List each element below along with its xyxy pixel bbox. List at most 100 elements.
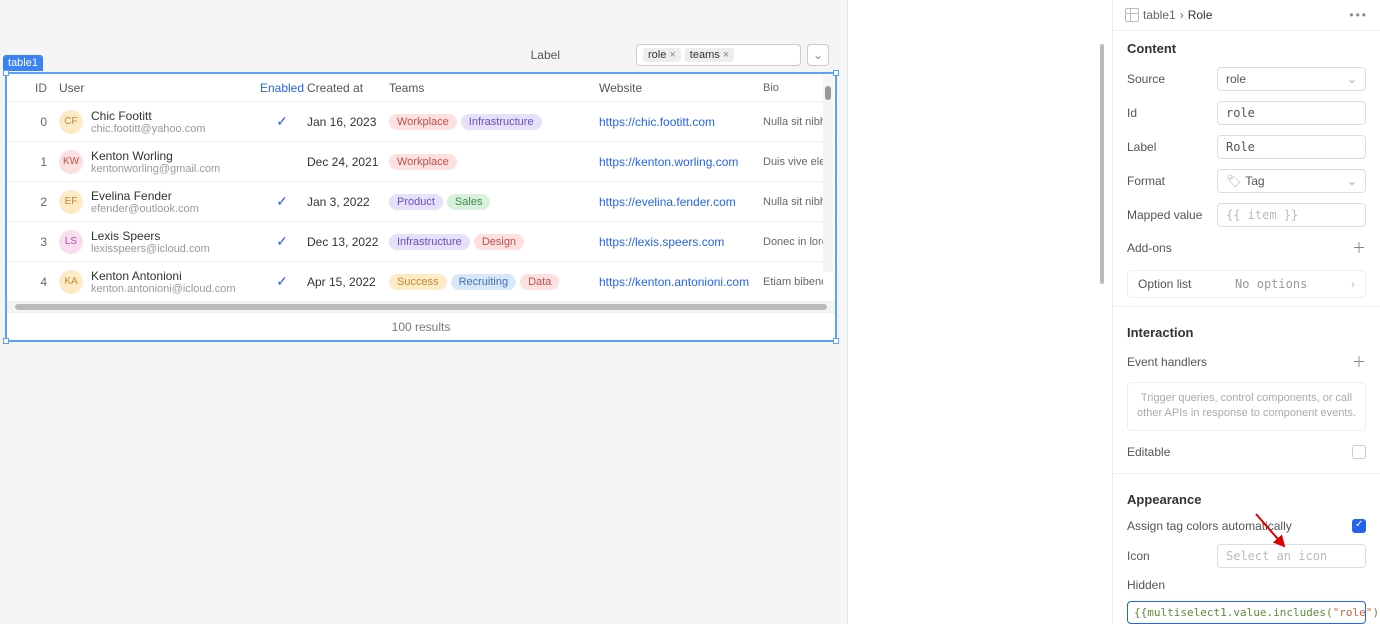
label-input[interactable]: Role xyxy=(1217,135,1366,159)
breadcrumb[interactable]: table1 › Role xyxy=(1125,8,1212,22)
cell-created: Dec 24, 2021 xyxy=(307,155,389,169)
cell-website: https://chic.footitt.com xyxy=(599,115,763,129)
scrollbar-gutter[interactable] xyxy=(1100,44,1104,284)
source-select[interactable]: role⌄ xyxy=(1217,67,1366,91)
cell-user: KA Kenton Antonionikenton.antonioni@iclo… xyxy=(57,269,257,295)
option-list-row[interactable]: Option list No options › xyxy=(1127,270,1366,298)
icon-select[interactable]: Select an icon xyxy=(1217,544,1366,568)
section-interaction-title: Interaction xyxy=(1113,315,1380,346)
cell-teams: Workplace xyxy=(389,154,599,170)
team-tag: Sales xyxy=(447,194,491,210)
cell-website: https://evelina.fender.com xyxy=(599,195,763,209)
right-gutter xyxy=(847,0,1107,624)
cell-id: 2 xyxy=(7,195,57,209)
avatar: CF xyxy=(59,110,83,134)
team-tag: Workplace xyxy=(389,114,457,130)
table-component[interactable]: ID User Enabled Created at Teams Website… xyxy=(5,72,837,342)
col-id[interactable]: ID xyxy=(7,81,57,95)
cell-user: EF Evelina Fenderefender@outlook.com xyxy=(57,189,257,215)
cell-id: 3 xyxy=(7,235,57,249)
resize-handle[interactable] xyxy=(833,338,839,344)
scrollbar-horizontal[interactable] xyxy=(7,302,835,312)
website-link[interactable]: https://kenton.antonioni.com xyxy=(599,275,749,289)
cell-teams: WorkplaceInfrastructure xyxy=(389,114,599,130)
cell-enabled: ✓ xyxy=(257,113,307,130)
more-menu-icon[interactable]: ••• xyxy=(1349,8,1368,22)
inspector-panel: table1 › Role ••• Content Source role⌄ I… xyxy=(1112,0,1380,624)
cell-user: LS Lexis Speerslexisspeers@icloud.com xyxy=(57,229,257,255)
team-tag: Workplace xyxy=(389,154,457,170)
multiselect-input[interactable]: role× teams× xyxy=(636,44,801,66)
col-website[interactable]: Website xyxy=(599,81,763,95)
check-icon: ✓ xyxy=(276,193,288,209)
website-link[interactable]: https://chic.footitt.com xyxy=(599,115,715,129)
cell-website: https://lexis.speers.com xyxy=(599,235,763,249)
hidden-label: Hidden xyxy=(1127,578,1217,592)
tag-icon: 🏷 xyxy=(1226,174,1241,188)
avatar: EF xyxy=(59,190,83,214)
filter-row: Label role× teams× ⌄ xyxy=(5,40,837,70)
col-bio[interactable]: Bio xyxy=(763,82,823,94)
option-list-label: Option list xyxy=(1138,277,1191,291)
auto-colors-checkbox[interactable] xyxy=(1352,519,1366,533)
label-label: Label xyxy=(1127,140,1217,154)
filter-label: Label xyxy=(531,48,560,62)
close-icon[interactable]: × xyxy=(723,49,729,61)
chip-teams[interactable]: teams× xyxy=(685,48,734,62)
team-tag: Success xyxy=(389,274,447,290)
avatar: KA xyxy=(59,270,83,294)
table-row[interactable]: 2 EF Evelina Fenderefender@outlook.com ✓… xyxy=(7,182,835,222)
add-addon-button[interactable]: ＋ xyxy=(1352,238,1366,258)
check-icon: ✓ xyxy=(276,273,288,289)
col-teams[interactable]: Teams xyxy=(389,81,599,95)
cell-website: https://kenton.antonioni.com xyxy=(599,275,763,289)
cell-user: KW Kenton Worlingkentonworling@gmail.com xyxy=(57,149,257,175)
hidden-code-input[interactable]: {{multiselect1.value.includes("role")}} … xyxy=(1127,601,1366,624)
source-label: Source xyxy=(1127,72,1217,86)
format-select[interactable]: 🏷Tag⌄ xyxy=(1217,169,1366,193)
editable-checkbox[interactable] xyxy=(1352,445,1366,459)
table-row[interactable]: 4 KA Kenton Antonionikenton.antonioni@ic… xyxy=(7,262,835,302)
cell-enabled: ✓ xyxy=(257,233,307,250)
section-appearance-title: Appearance xyxy=(1113,482,1380,513)
table-icon xyxy=(1125,8,1139,22)
resize-handle[interactable] xyxy=(833,70,839,76)
cell-bio: Duis vive element xyxy=(763,156,823,168)
website-link[interactable]: https://lexis.speers.com xyxy=(599,235,724,249)
cell-teams: InfrastructureDesign xyxy=(389,234,599,250)
dropdown-button[interactable]: ⌄ xyxy=(807,44,829,66)
col-created[interactable]: Created at xyxy=(307,81,389,95)
cell-website: https://kenton.worling.com xyxy=(599,155,763,169)
editable-label: Editable xyxy=(1127,445,1170,459)
check-icon: ✓ xyxy=(276,233,288,249)
website-link[interactable]: https://evelina.fender.com xyxy=(599,195,736,209)
format-label: Format xyxy=(1127,174,1217,188)
option-list-value: No options xyxy=(1235,277,1307,291)
cell-created: Apr 15, 2022 xyxy=(307,275,389,289)
resize-handle[interactable] xyxy=(3,70,9,76)
id-input[interactable]: role xyxy=(1217,101,1366,125)
auto-colors-label: Assign tag colors automatically xyxy=(1127,519,1292,533)
add-event-handler-button[interactable]: ＋ xyxy=(1352,352,1366,372)
section-content-title: Content xyxy=(1113,31,1380,62)
mapped-label: Mapped value xyxy=(1127,208,1217,222)
cell-enabled: ✓ xyxy=(257,273,307,290)
cell-id: 4 xyxy=(7,275,57,289)
col-user[interactable]: User xyxy=(57,81,257,95)
team-tag: Product xyxy=(389,194,443,210)
resize-handle[interactable] xyxy=(3,338,9,344)
cell-created: Dec 13, 2022 xyxy=(307,235,389,249)
breadcrumb-parent[interactable]: table1 xyxy=(1143,8,1176,22)
cell-user: CF Chic Footittchic.footitt@yahoo.com xyxy=(57,109,257,135)
col-enabled[interactable]: Enabled xyxy=(257,81,307,95)
close-icon[interactable]: × xyxy=(669,49,675,61)
website-link[interactable]: https://kenton.worling.com xyxy=(599,155,738,169)
scrollbar-vertical[interactable] xyxy=(823,76,833,272)
mapped-input[interactable]: {{ item }} xyxy=(1217,203,1366,227)
table-row[interactable]: 3 LS Lexis Speerslexisspeers@icloud.com … xyxy=(7,222,835,262)
team-tag: Recruiting xyxy=(451,274,517,290)
icon-label: Icon xyxy=(1127,549,1217,563)
table-row[interactable]: 1 KW Kenton Worlingkentonworling@gmail.c… xyxy=(7,142,835,182)
chip-role[interactable]: role× xyxy=(643,48,681,62)
table-row[interactable]: 0 CF Chic Footittchic.footitt@yahoo.com … xyxy=(7,102,835,142)
